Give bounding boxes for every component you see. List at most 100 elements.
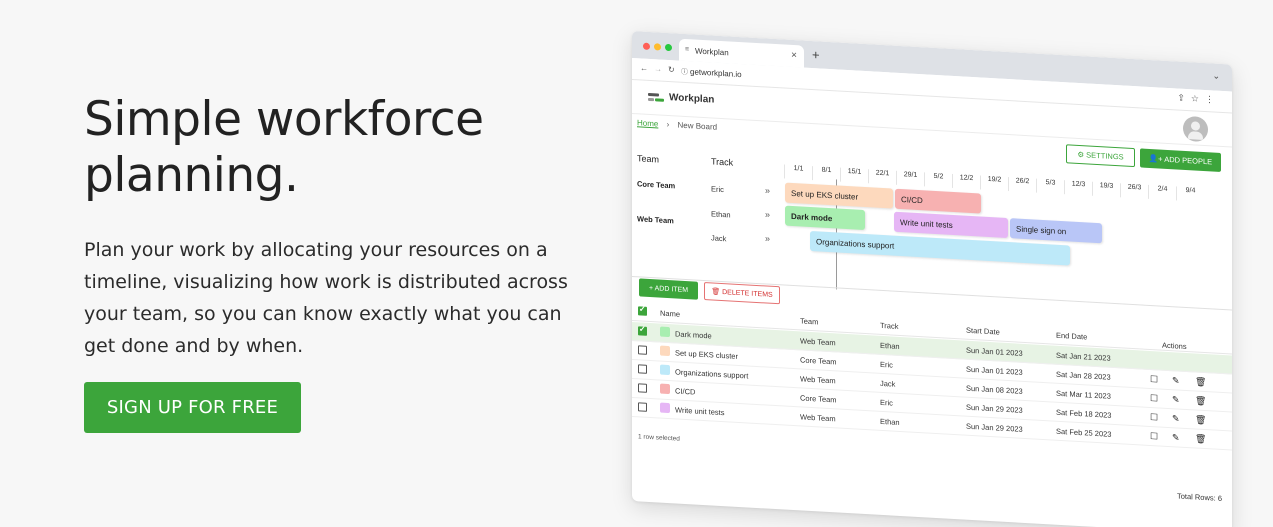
edit-icon[interactable]: ✎ bbox=[1172, 375, 1180, 386]
edit-icon[interactable]: ✎ bbox=[1172, 394, 1180, 405]
share-icon[interactable]: ⇪ bbox=[1177, 92, 1191, 103]
row-checkbox[interactable] bbox=[638, 364, 647, 374]
task-bar[interactable]: Set up EKS cluster bbox=[785, 182, 893, 209]
cell-name: CI/CD bbox=[675, 386, 696, 397]
gantt-track-jack: Jack bbox=[711, 233, 727, 244]
plus-icon: + bbox=[648, 284, 654, 292]
edit-icon[interactable]: ✎ bbox=[1172, 413, 1180, 424]
cell-track: Eric bbox=[880, 359, 893, 370]
color-swatch bbox=[660, 402, 670, 414]
delete-items-label: DELETE ITEMS bbox=[722, 289, 773, 299]
hero: Simple workforce planning. Plan your wor… bbox=[84, 92, 574, 362]
timeline-tick: 22/1 bbox=[868, 169, 896, 185]
maximize-dot-icon[interactable] bbox=[665, 43, 672, 52]
task-bar[interactable]: CI/CD bbox=[895, 188, 981, 214]
timeline-tick: 12/2 bbox=[952, 173, 980, 190]
add-item-label: ADD ITEM bbox=[654, 284, 689, 294]
cell-team: Core Team bbox=[800, 355, 837, 367]
cell-name: Write unit tests bbox=[675, 405, 725, 418]
delete-icon[interactable]: 🗑 bbox=[1195, 433, 1206, 445]
cell-name: Dark mode bbox=[675, 329, 712, 341]
trash-icon: 🗑 bbox=[711, 288, 721, 296]
cell-end-date: Sat Mar 11 2023 bbox=[1056, 388, 1111, 401]
settings-button[interactable]: ⚙ SETTINGS bbox=[1066, 144, 1135, 168]
edit-icon[interactable]: ✎ bbox=[1172, 432, 1180, 443]
select-all-checkbox[interactable] bbox=[638, 306, 647, 316]
open-icon[interactable]: ☐ bbox=[1150, 374, 1158, 385]
col-name[interactable]: Name bbox=[660, 309, 680, 319]
site-info-icon[interactable]: ⓘ bbox=[681, 67, 688, 77]
gantt-team-web: Web Team bbox=[637, 214, 674, 226]
expand-eric-icon[interactable]: » bbox=[765, 185, 770, 195]
col-team[interactable]: Team bbox=[800, 316, 818, 326]
sign-up-button[interactable]: SIGN UP FOR FREE bbox=[84, 382, 301, 433]
task-bar[interactable]: Dark mode bbox=[785, 205, 865, 231]
cell-team: Web Team bbox=[800, 336, 836, 348]
gantt-team-core: Core Team bbox=[637, 179, 676, 191]
color-swatch bbox=[660, 345, 670, 357]
minimize-dot-icon[interactable] bbox=[654, 43, 661, 51]
timeline-tick: 26/2 bbox=[1008, 177, 1036, 193]
cell-track: Ethan bbox=[880, 340, 900, 351]
forward-icon[interactable]: → bbox=[654, 64, 662, 73]
rows-selected-text: 1 row selected bbox=[638, 433, 680, 443]
col-end-date[interactable]: End Date bbox=[1056, 331, 1087, 342]
color-swatch bbox=[660, 364, 670, 376]
delete-icon[interactable]: 🗑 bbox=[1195, 395, 1206, 407]
open-icon[interactable]: ☐ bbox=[1150, 393, 1158, 404]
avatar[interactable] bbox=[1183, 115, 1208, 143]
app-name: Workplan bbox=[669, 92, 715, 106]
task-bar[interactable]: Single sign on bbox=[1010, 218, 1102, 244]
open-icon[interactable]: ☐ bbox=[1150, 431, 1158, 442]
breadcrumb-home[interactable]: Home bbox=[637, 118, 658, 128]
open-icon[interactable]: ☐ bbox=[1150, 412, 1158, 423]
row-checkbox[interactable] bbox=[638, 345, 647, 355]
new-tab-icon[interactable]: + bbox=[812, 47, 820, 62]
close-tab-icon[interactable]: × bbox=[791, 50, 797, 61]
add-people-label: ADD PEOPLE bbox=[1164, 154, 1213, 167]
cell-start-date: Sun Jan 29 2023 bbox=[966, 421, 1023, 434]
delete-icon[interactable]: 🗑 bbox=[1195, 414, 1206, 426]
col-track[interactable]: Track bbox=[880, 321, 898, 331]
chevron-down-icon[interactable]: ⌄ bbox=[1212, 70, 1220, 81]
settings-label: SETTINGS bbox=[1086, 150, 1124, 162]
expand-ethan-icon[interactable]: » bbox=[765, 209, 770, 219]
gantt-col-track: Track bbox=[711, 156, 734, 168]
timeline-tick: 5/3 bbox=[1036, 178, 1064, 195]
close-dot-icon[interactable] bbox=[643, 42, 650, 51]
delete-icon[interactable]: 🗑 bbox=[1195, 376, 1206, 388]
cell-end-date: Sat Feb 18 2023 bbox=[1056, 407, 1112, 420]
breadcrumb-current: New Board bbox=[677, 120, 718, 132]
delete-items-button[interactable]: 🗑 DELETE ITEMS bbox=[704, 282, 780, 305]
browser-window: ≡ Workplan × + ⌄ ← → ↻ ⓘ getworkplan.io … bbox=[632, 31, 1232, 527]
col-actions: Actions bbox=[1162, 340, 1187, 352]
gear-icon: ⚙ bbox=[1077, 149, 1085, 160]
cell-name: Set up EKS cluster bbox=[675, 348, 738, 361]
col-start-date[interactable]: Start Date bbox=[966, 326, 1000, 337]
row-checkbox[interactable] bbox=[638, 326, 647, 336]
timeline-tick: 26/3 bbox=[1120, 183, 1148, 199]
url-field[interactable]: getworkplan.io bbox=[690, 67, 742, 79]
breadcrumb-separator: › bbox=[666, 119, 670, 130]
reload-icon[interactable]: ↻ bbox=[668, 65, 675, 74]
cell-end-date: Sat Jan 28 2023 bbox=[1056, 369, 1111, 382]
add-item-button[interactable]: + ADD ITEM bbox=[639, 278, 698, 300]
task-bar[interactable]: Write unit tests bbox=[894, 211, 1008, 239]
cell-team: Core Team bbox=[800, 393, 837, 405]
row-checkbox[interactable] bbox=[638, 383, 647, 393]
timeline-tick: 19/2 bbox=[980, 175, 1008, 192]
back-icon[interactable]: ← bbox=[640, 63, 648, 72]
color-swatch bbox=[660, 383, 670, 395]
menu-dots-icon[interactable]: ⋮ bbox=[1205, 94, 1220, 105]
cell-end-date: Sat Feb 25 2023 bbox=[1056, 426, 1112, 439]
cell-name: Organizations support bbox=[675, 367, 749, 381]
expand-jack-icon[interactable]: » bbox=[765, 233, 770, 243]
gantt-col-team: Team bbox=[637, 153, 660, 165]
cell-track: Eric bbox=[880, 397, 893, 408]
row-checkbox[interactable] bbox=[638, 402, 647, 412]
add-people-button[interactable]: 👤+ ADD PEOPLE bbox=[1140, 148, 1221, 172]
hero-headline: Simple workforce planning. bbox=[84, 92, 484, 203]
timeline-tick: 12/3 bbox=[1064, 180, 1092, 196]
timeline-tick: 1/1 bbox=[784, 164, 812, 181]
bookmark-star-icon[interactable]: ☆ bbox=[1191, 93, 1205, 104]
